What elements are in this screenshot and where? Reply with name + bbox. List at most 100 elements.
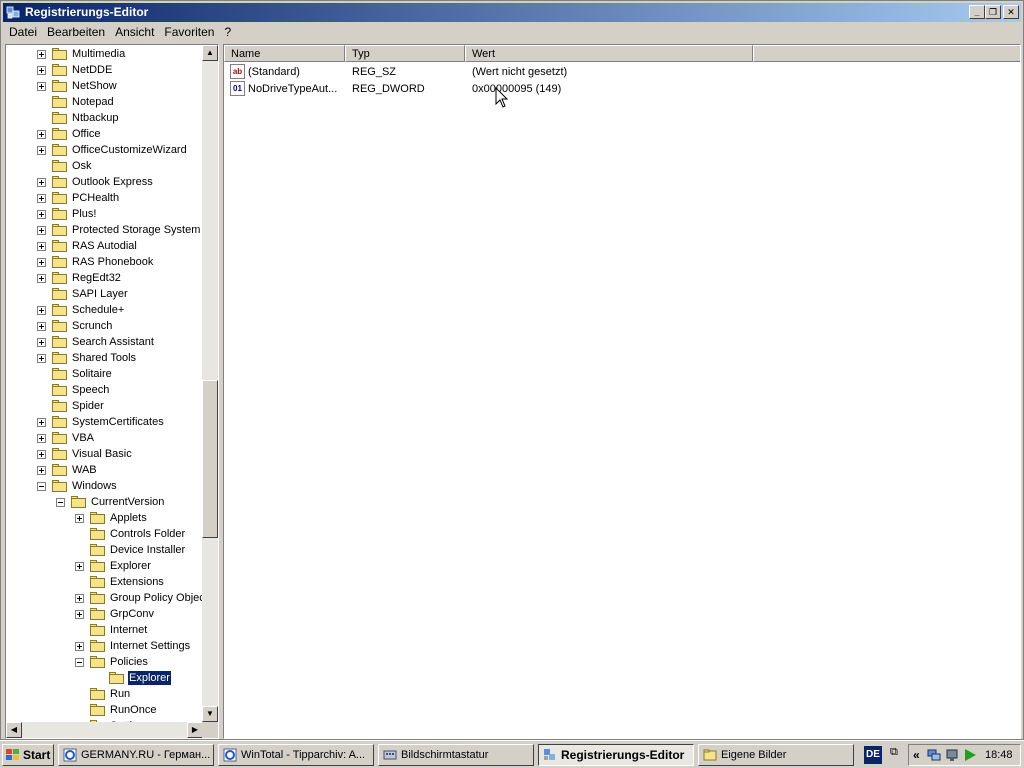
- tree-node[interactable]: Osk: [6, 158, 203, 174]
- tree-node[interactable]: PCHealth: [6, 190, 203, 206]
- tree-node[interactable]: Shared Tools: [6, 350, 203, 366]
- tree-node[interactable]: Ntbackup: [6, 110, 203, 126]
- network-icon[interactable]: [927, 748, 941, 762]
- expand-plus-icon[interactable]: [37, 66, 46, 75]
- expand-plus-icon[interactable]: [75, 562, 84, 571]
- tree-node[interactable]: Notepad: [6, 94, 203, 110]
- tree-node[interactable]: Controls Folder: [6, 526, 203, 542]
- expand-plus-icon[interactable]: [37, 242, 46, 251]
- expand-plus-icon[interactable]: [37, 178, 46, 187]
- tree-node[interactable]: WAB: [6, 462, 203, 478]
- column-header-value[interactable]: Wert: [465, 45, 753, 62]
- tree-node[interactable]: Speech: [6, 382, 203, 398]
- scroll-right-button[interactable]: ▶: [187, 722, 203, 738]
- tree-node[interactable]: RegEdt32: [6, 270, 203, 286]
- title-bar[interactable]: Registrierungs-Editor _ ❐ ✕: [3, 3, 1021, 22]
- column-header-name[interactable]: Name: [224, 45, 345, 62]
- collapse-minus-icon[interactable]: [37, 482, 46, 491]
- expand-plus-icon[interactable]: [37, 450, 46, 459]
- tree-node[interactable]: NetShow: [6, 78, 203, 94]
- tree-node[interactable]: SAPI Layer: [6, 286, 203, 302]
- expand-plus-icon[interactable]: [75, 514, 84, 523]
- maximize-button[interactable]: ❐: [985, 5, 1001, 19]
- tree-node[interactable]: Scrunch: [6, 318, 203, 334]
- expand-plus-icon[interactable]: [37, 210, 46, 219]
- expand-plus-icon[interactable]: [37, 354, 46, 363]
- taskbar-button[interactable]: WinTotal - Tipparchiv: A...: [218, 744, 374, 766]
- expand-plus-icon[interactable]: [37, 466, 46, 475]
- tree-node[interactable]: Solitaire: [6, 366, 203, 382]
- menu-datei[interactable]: Datei: [5, 23, 41, 42]
- play-icon[interactable]: [963, 748, 977, 762]
- menu-bearbeiten[interactable]: Bearbeiten: [43, 23, 109, 42]
- expand-plus-icon[interactable]: [37, 338, 46, 347]
- collapse-minus-icon[interactable]: [75, 658, 84, 667]
- tree-node[interactable]: RAS Phonebook: [6, 254, 203, 270]
- expand-plus-icon[interactable]: [75, 610, 84, 619]
- expand-plus-icon[interactable]: [37, 194, 46, 203]
- tree-node[interactable]: OfficeCustomizeWizard: [6, 142, 203, 158]
- expand-plus-icon[interactable]: [37, 50, 46, 59]
- language-indicator[interactable]: DE: [864, 746, 882, 764]
- taskbar-button[interactable]: Bildschirmtastatur: [378, 744, 534, 766]
- scroll-up-button[interactable]: ▲: [202, 45, 218, 61]
- tree-node[interactable]: RunOnce: [6, 702, 203, 718]
- collapse-minus-icon[interactable]: [56, 498, 65, 507]
- tree-node[interactable]: Device Installer: [6, 542, 203, 558]
- tree-node[interactable]: Group Policy Objects: [6, 590, 203, 606]
- tree-node[interactable]: NetDDE: [6, 62, 203, 78]
- registry-tree[interactable]: Multimedia NetDDE NetShow Notepad Ntbackup Of…: [5, 44, 219, 739]
- taskbar-button[interactable]: Eigene Bilder: [698, 744, 854, 766]
- menu-ansicht[interactable]: Ansicht: [111, 23, 158, 42]
- tree-node[interactable]: Multimedia: [6, 46, 203, 62]
- tree-node[interactable]: VBA: [6, 430, 203, 446]
- menu-help[interactable]: ?: [220, 23, 235, 42]
- start-button[interactable]: Start: [2, 744, 54, 766]
- expand-plus-icon[interactable]: [75, 594, 84, 603]
- expand-plus-icon[interactable]: [37, 130, 46, 139]
- connection-icon[interactable]: [945, 748, 959, 762]
- expand-plus-icon[interactable]: [37, 82, 46, 91]
- menu-favoriten[interactable]: Favoriten: [160, 23, 218, 42]
- taskbar-button[interactable]: Registrierungs-Editor: [538, 744, 694, 766]
- tree-node[interactable]: Plus!: [6, 206, 203, 222]
- values-list[interactable]: Name Typ Wert ab (Standard) REG_SZ (Wert ni…: [223, 44, 1021, 739]
- tree-node[interactable]: RAS Autodial: [6, 238, 203, 254]
- expand-plus-icon[interactable]: [37, 274, 46, 283]
- scroll-down-button[interactable]: ▼: [202, 706, 218, 722]
- tree-node[interactable]: Extensions: [6, 574, 203, 590]
- tree-node[interactable]: CurrentVersion: [6, 494, 203, 510]
- tree-node[interactable]: Explorer: [6, 558, 203, 574]
- taskbar-button[interactable]: GERMANY.RU - Герман...: [58, 744, 214, 766]
- tree-node[interactable]: Protected Storage System: [6, 222, 203, 238]
- tree-node[interactable]: Office: [6, 126, 203, 142]
- tree-node[interactable]: SystemCertificates: [6, 414, 203, 430]
- tree-node[interactable]: Spider: [6, 398, 203, 414]
- tree-horizontal-scrollbar[interactable]: ◀ ▶: [6, 722, 203, 738]
- tree-node[interactable]: GrpConv: [6, 606, 203, 622]
- expand-plus-icon[interactable]: [37, 258, 46, 267]
- tree-node[interactable]: Explorer: [6, 670, 203, 686]
- tree-node[interactable]: Policies: [6, 654, 203, 670]
- tree-node[interactable]: Internet Settings: [6, 638, 203, 654]
- expand-plus-icon[interactable]: [37, 146, 46, 155]
- tree-node[interactable]: Windows: [6, 478, 203, 494]
- tree-node[interactable]: Search Assistant: [6, 334, 203, 350]
- minimize-button[interactable]: _: [969, 5, 985, 19]
- tree-node[interactable]: Schedule+: [6, 302, 203, 318]
- expand-plus-icon[interactable]: [37, 306, 46, 315]
- restore-windows-icon[interactable]: ⧉: [890, 746, 898, 759]
- close-button[interactable]: ✕: [1003, 5, 1019, 19]
- tree-node[interactable]: Applets: [6, 510, 203, 526]
- tree-node[interactable]: Internet: [6, 622, 203, 638]
- value-row[interactable]: 01 NoDriveTypeAut... REG_DWORD 0x00000095 (…: [224, 80, 1004, 97]
- tree-node[interactable]: Run: [6, 686, 203, 702]
- expand-plus-icon[interactable]: [37, 418, 46, 427]
- tree-node[interactable]: Outlook Express: [6, 174, 203, 190]
- expand-plus-icon[interactable]: [37, 226, 46, 235]
- tree-scroll-thumb[interactable]: [202, 380, 218, 538]
- expand-plus-icon[interactable]: [37, 322, 46, 331]
- tray-expand-icon[interactable]: «: [913, 748, 920, 762]
- scroll-left-button[interactable]: ◀: [6, 722, 22, 738]
- value-row[interactable]: ab (Standard) REG_SZ (Wert nicht gesetzt): [224, 63, 1004, 80]
